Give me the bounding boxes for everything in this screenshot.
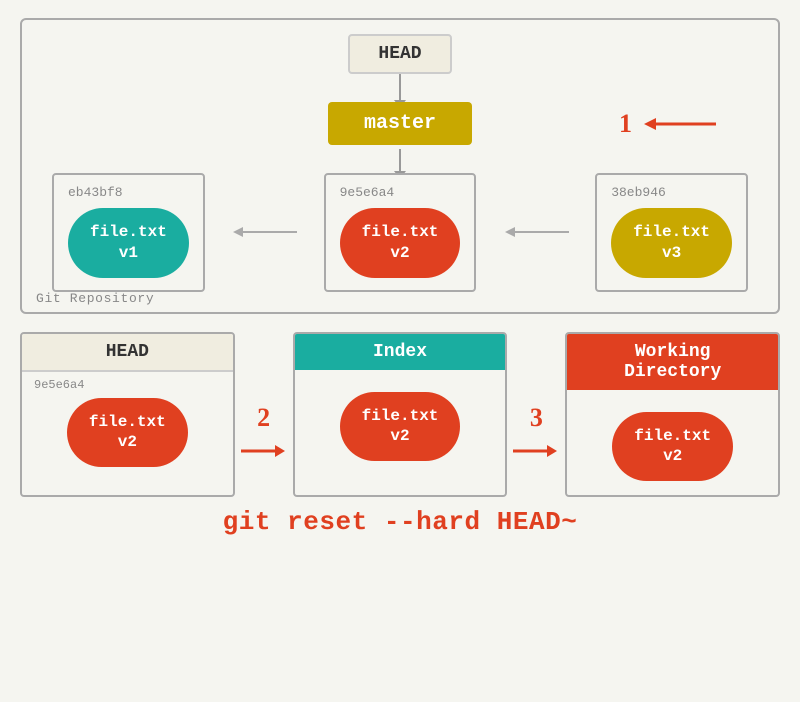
command-label: git reset --hard HEAD~ (20, 507, 780, 537)
head-to-master-line (42, 74, 758, 102)
master-to-commits-line (42, 149, 758, 173)
blob-v3: file.txtv3 (611, 208, 732, 278)
arrow-1-label: 1 (619, 109, 632, 139)
arrow-2-container: 2 (235, 372, 293, 498)
commit-box-right: 38eb946 file.txtv3 (595, 173, 748, 292)
commits-row: eb43bf8 file.txtv1 9e5e6a4 file.txtv2 38… (42, 173, 758, 292)
v-connector-1 (399, 74, 401, 102)
bottom-section: HEAD 9e5e6a4 file.txtv2 2 Index file.txt… (20, 332, 780, 538)
zone-head-commit-id: 9e5e6a4 (32, 378, 84, 392)
zone-head-header: HEAD (22, 334, 233, 372)
head-box: HEAD (348, 34, 451, 74)
head-row: HEAD (42, 34, 758, 74)
arrow-3-label: 3 (530, 403, 543, 433)
master-label: master (364, 112, 436, 135)
v-connector-2 (399, 149, 401, 173)
zone-index-label: Index (373, 342, 427, 362)
commit-id-right: 38eb946 (611, 185, 666, 200)
arrow-2-label: 2 (257, 403, 270, 433)
arrow-center-to-left (215, 220, 314, 244)
zone-workdir-header: WorkingDirectory (567, 334, 778, 390)
git-repository-section: HEAD master 1 eb43bf8 file.txtv1 (20, 18, 780, 314)
arrow-1-graphic (638, 110, 718, 138)
zone-workdir: WorkingDirectory file.txtv2 (565, 332, 780, 498)
commit-id-center: 9e5e6a4 (340, 185, 395, 200)
zone-head-label: HEAD (106, 342, 149, 362)
blob-v1: file.txtv1 (68, 208, 189, 278)
arrow-right-to-center (486, 220, 585, 244)
blob-v2: file.txtv2 (340, 208, 461, 278)
arrow-3-container: 3 (507, 372, 565, 498)
zone-workdir-label: WorkingDirectory (624, 342, 721, 382)
arrow-1-container: 1 (619, 109, 718, 139)
commit-box-center: 9e5e6a4 file.txtv2 (324, 173, 477, 292)
zone-workdir-blob: file.txtv2 (612, 412, 733, 482)
master-box: master (328, 102, 472, 145)
zone-index: Index file.txtv2 (293, 332, 508, 498)
repo-label: Git Repository (36, 291, 154, 306)
zone-index-blob: file.txtv2 (340, 392, 461, 462)
commit-box-left: eb43bf8 file.txtv1 (52, 173, 205, 292)
zone-index-header: Index (295, 334, 506, 370)
zones-row: HEAD 9e5e6a4 file.txtv2 2 Index file.txt… (20, 332, 780, 498)
zone-head-blob: file.txtv2 (67, 398, 188, 468)
head-label: HEAD (378, 44, 421, 64)
commit-id-left: eb43bf8 (68, 185, 123, 200)
zone-head: HEAD 9e5e6a4 file.txtv2 (20, 332, 235, 498)
master-row: master 1 (42, 102, 758, 145)
